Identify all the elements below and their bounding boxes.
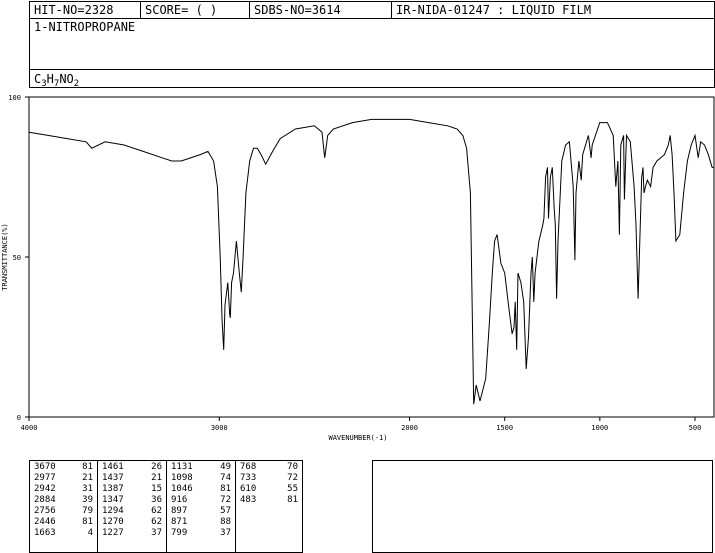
peak-wavenumber: 733 xyxy=(240,473,257,483)
x-axis-ticks: 4000 3000 2000 1500 1000 500 xyxy=(21,417,702,432)
peak-column: 3670 81 2977 21 2942 31 2884 39 2756 79 2446 81 1663… xyxy=(30,461,98,552)
peak-wavenumber: 1227 xyxy=(102,528,124,538)
x-axis-label: WAVENUMBER(-1) xyxy=(328,434,387,442)
peak-wavenumber: 2942 xyxy=(34,484,56,494)
y-axis-label: TRANSMITTANCE(%) xyxy=(1,223,9,290)
peak-row: 1663 4 xyxy=(30,528,97,539)
peak-transmittance: 62 xyxy=(151,517,162,527)
peak-transmittance: 79 xyxy=(82,506,93,516)
peak-transmittance: 37 xyxy=(220,528,231,538)
peak-wavenumber: 1663 xyxy=(34,528,56,538)
peak-wavenumber: 1046 xyxy=(171,484,193,494)
peak-transmittance: 57 xyxy=(220,506,231,516)
peak-transmittance: 81 xyxy=(220,484,231,494)
peak-row: 1131 49 xyxy=(167,462,235,473)
y-axis-ticks: 100 50 0 xyxy=(8,94,29,422)
peak-wavenumber: 1131 xyxy=(171,462,193,472)
peak-wavenumber: 1387 xyxy=(102,484,124,494)
y-tick-label: 100 xyxy=(8,94,21,102)
peak-column: 1461 26 1437 21 1387 15 1347 36 1294 62 1270 62 1227… xyxy=(98,461,167,552)
peak-transmittance: 62 xyxy=(151,506,162,516)
peak-wavenumber: 610 xyxy=(240,484,257,494)
peak-row: 1437 21 xyxy=(98,473,166,484)
peak-wavenumber: 1270 xyxy=(102,517,124,527)
peak-transmittance: 49 xyxy=(220,462,231,472)
y-tick-label: 0 xyxy=(17,414,21,422)
peak-wavenumber: 768 xyxy=(240,462,257,472)
peak-wavenumber: 897 xyxy=(171,506,188,516)
peak-row: 1294 62 xyxy=(98,506,166,517)
peak-wavenumber: 2977 xyxy=(34,473,56,483)
peak-row: 1461 26 xyxy=(98,462,166,473)
peak-row: 733 72 xyxy=(236,473,302,484)
peak-transmittance: 70 xyxy=(287,462,298,472)
peak-transmittance: 55 xyxy=(287,484,298,494)
blank-panel xyxy=(372,460,713,553)
peak-transmittance: 72 xyxy=(220,495,231,505)
peak-transmittance: 81 xyxy=(82,517,93,527)
x-tick-label: 1000 xyxy=(591,424,608,432)
peak-wavenumber: 1347 xyxy=(102,495,124,505)
peak-column: 768 70 733 72 610 55 483 81 xyxy=(236,461,302,552)
peak-row: 1098 74 xyxy=(167,473,235,484)
peak-wavenumber: 1098 xyxy=(171,473,193,483)
peak-row: 1046 81 xyxy=(167,484,235,495)
x-tick-label: 3000 xyxy=(211,424,228,432)
peak-transmittance: 21 xyxy=(82,473,93,483)
peak-wavenumber: 1461 xyxy=(102,462,124,472)
peak-table: 3670 81 2977 21 2942 31 2884 39 2756 79 2446 81 1663… xyxy=(29,460,303,553)
peak-transmittance: 15 xyxy=(151,484,162,494)
peak-transmittance: 4 xyxy=(87,528,93,538)
peak-row: 610 55 xyxy=(236,484,302,495)
peak-transmittance: 21 xyxy=(151,473,162,483)
peak-wavenumber: 799 xyxy=(171,528,188,538)
peak-wavenumber: 483 xyxy=(240,495,257,505)
peak-row: 2756 79 xyxy=(30,506,97,517)
x-tick-label: 500 xyxy=(689,424,702,432)
peak-transmittance: 37 xyxy=(151,528,162,538)
peak-row: 2942 31 xyxy=(30,484,97,495)
peak-row: 1387 15 xyxy=(98,484,166,495)
peak-row: 871 88 xyxy=(167,517,235,528)
peak-row: 1347 36 xyxy=(98,495,166,506)
peak-row: 2446 81 xyxy=(30,517,97,528)
plot-frame xyxy=(28,96,715,418)
peak-wavenumber: 2756 xyxy=(34,506,56,516)
peak-transmittance: 88 xyxy=(220,517,231,527)
peak-row: 2977 21 xyxy=(30,473,97,484)
peak-transmittance: 36 xyxy=(151,495,162,505)
x-tick-label: 2000 xyxy=(401,424,418,432)
peak-column: 1131 49 1098 74 1046 81 916 72 897 57 871 88 799 37 xyxy=(167,461,236,552)
x-tick-label: 1500 xyxy=(496,424,513,432)
peak-wavenumber: 1437 xyxy=(102,473,124,483)
peak-transmittance: 39 xyxy=(82,495,93,505)
peak-transmittance: 31 xyxy=(82,484,93,494)
peak-row: 799 37 xyxy=(167,528,235,539)
y-tick-label: 50 xyxy=(13,254,21,262)
peak-row: 768 70 xyxy=(236,462,302,473)
peak-row: 1270 62 xyxy=(98,517,166,528)
peak-row: 2884 39 xyxy=(30,495,97,506)
peak-wavenumber: 916 xyxy=(171,495,188,505)
peak-transmittance: 81 xyxy=(287,495,298,505)
peak-wavenumber: 2446 xyxy=(34,517,56,527)
peak-wavenumber: 2884 xyxy=(34,495,56,505)
peak-transmittance: 74 xyxy=(220,473,231,483)
x-tick-label: 4000 xyxy=(21,424,38,432)
peak-transmittance: 26 xyxy=(151,462,162,472)
spectrum-line xyxy=(28,118,714,405)
peak-wavenumber: 871 xyxy=(171,517,188,527)
peak-wavenumber: 3670 xyxy=(34,462,56,472)
peak-row: 483 81 xyxy=(236,495,302,506)
peak-transmittance: 81 xyxy=(82,462,93,472)
peak-wavenumber: 1294 xyxy=(102,506,124,516)
peak-transmittance: 72 xyxy=(287,473,298,483)
peak-row: 3670 81 xyxy=(30,462,97,473)
ir-spectrum-chart: 4000 3000 2000 1500 1000 500 100500 WAVENUMBE… xyxy=(1,94,715,442)
peak-row: 916 72 xyxy=(167,495,235,506)
peak-row: 1227 37 xyxy=(98,528,166,539)
peak-row: 897 57 xyxy=(167,506,235,517)
